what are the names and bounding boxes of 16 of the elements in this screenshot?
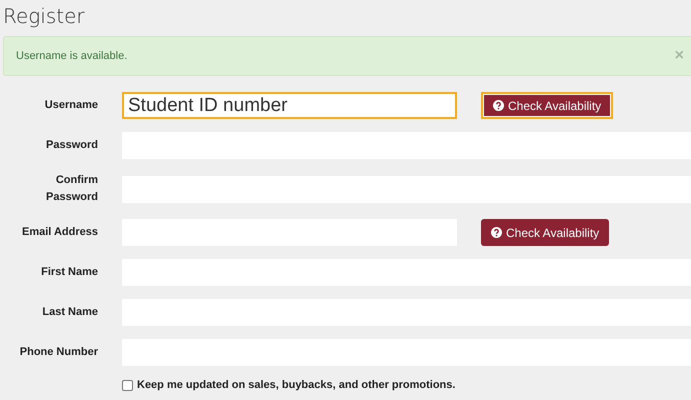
- field-label: Password: [45, 138, 98, 153]
- field-label: Email Address: [20, 225, 98, 240]
- alert-message: Username is available.: [16, 50, 128, 62]
- check-availability-button[interactable]: Check Availability: [481, 92, 614, 119]
- page-title: Register: [3, 3, 86, 29]
- field-label: Phone Number: [18, 345, 98, 360]
- question-icon: [493, 100, 504, 111]
- checkbox-label: Keep me updated on sales, buybacks, and other promotions.: [137, 379, 456, 391]
- checkbox[interactable]: [122, 380, 133, 390]
- field-label: First Name: [40, 265, 98, 280]
- username-field[interactable]: Student ID number: [122, 92, 457, 119]
- check-availability-button[interactable]: Check Availability: [481, 219, 610, 246]
- question-icon: [491, 227, 502, 238]
- field-label: Last Name: [41, 305, 98, 320]
- field-label: Username: [44, 98, 98, 113]
- field-label: Confirm Password: [45, 173, 98, 205]
